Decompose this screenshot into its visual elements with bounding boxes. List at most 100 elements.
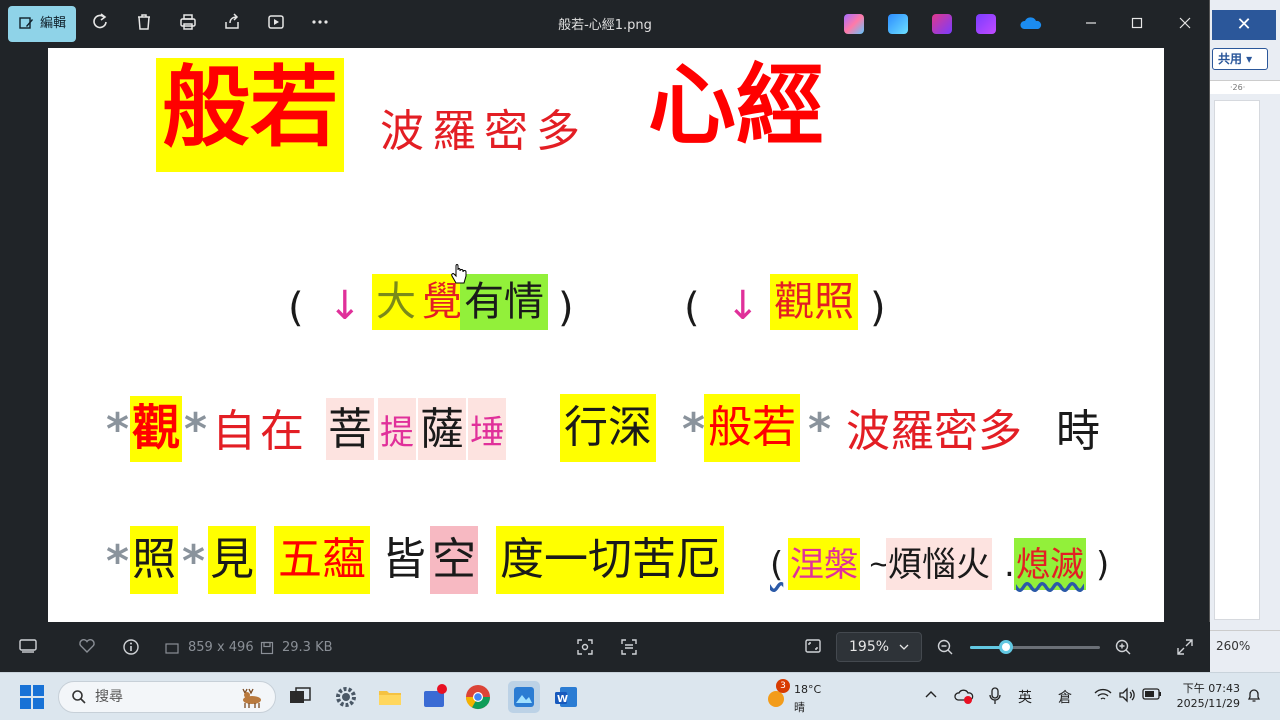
- bottom-bar: 859 x 496 29.3 KB 195%: [0, 622, 1210, 672]
- save-disk-icon: [260, 641, 274, 655]
- close-button[interactable]: [1170, 10, 1200, 38]
- anno1-open-paren: (: [288, 285, 304, 331]
- temperature: 18°C: [794, 683, 822, 696]
- anno2-open-paren: (: [684, 285, 700, 331]
- info-icon[interactable]: [122, 638, 140, 658]
- line2-wuyun: 五蘊: [274, 526, 370, 594]
- line1-boluomiduo: 波羅密多: [846, 406, 1022, 457]
- clock-time: 下午 07:43: [1182, 682, 1240, 695]
- ime-mode[interactable]: 倉: [1058, 687, 1072, 707]
- line2-niepan: 涅槃: [788, 538, 860, 590]
- full-screen-icon[interactable]: [1176, 638, 1194, 658]
- line2-jian: 見: [208, 526, 256, 594]
- minimize-icon: [1086, 22, 1096, 24]
- print-icon[interactable]: [176, 12, 200, 36]
- line1-star-3: *: [682, 404, 706, 455]
- zoom-level-text: 195%: [849, 639, 890, 655]
- minimize-button[interactable]: [1076, 10, 1106, 38]
- fit-to-window-icon[interactable]: [804, 638, 822, 658]
- start-button[interactable]: [20, 685, 44, 709]
- file-size-text: 29.3 KB: [282, 640, 333, 655]
- line1-ti: 提: [378, 398, 416, 460]
- dimensions-text: 859 x 496: [188, 640, 254, 655]
- notification-bell-icon[interactable]: [1246, 687, 1262, 707]
- edit-label: 編輯: [40, 16, 67, 31]
- photos-app-window: 編輯 般若-心經1.png 般若 波羅密多 心經 (↓ 大 覺 有情) (…: [0, 0, 1210, 672]
- anno2-arrow: ↓: [726, 283, 760, 329]
- zoom-slider-thumb[interactable]: [999, 640, 1014, 654]
- rotate-icon[interactable]: [88, 12, 112, 36]
- line2-zhao: 照: [130, 526, 178, 594]
- line1-star-4: *: [808, 404, 832, 455]
- background-zoom-level[interactable]: 260%: [1208, 630, 1280, 660]
- designer-icon[interactable]: [888, 14, 908, 34]
- delete-icon[interactable]: [132, 12, 156, 36]
- video-editor-icon[interactable]: [976, 14, 996, 34]
- task-view-icon[interactable]: [286, 683, 314, 711]
- dimensions-icon: [165, 643, 179, 654]
- taskbar: 搜尋 W 3 18°C 晴 英 倉 下午 07:43 2025/11/29: [0, 672, 1280, 720]
- visual-search-icon[interactable]: [576, 638, 594, 658]
- clipchamp-icon[interactable]: [932, 14, 952, 34]
- anno2-guanzhao: 觀照: [770, 274, 858, 330]
- window-title: 般若-心經1.png: [558, 18, 652, 33]
- maximize-button[interactable]: [1122, 10, 1152, 38]
- cloud-sync-icon[interactable]: [954, 687, 974, 709]
- clock[interactable]: 下午 07:43 2025/11/29: [1170, 681, 1240, 711]
- settings-gear-icon[interactable]: [332, 683, 360, 711]
- battery-icon[interactable]: [1142, 687, 1162, 705]
- chrome-icon[interactable]: [464, 683, 492, 711]
- line2-jie: 皆: [382, 534, 426, 585]
- slideshow-icon[interactable]: [264, 12, 288, 36]
- image-dimensions: 859 x 496: [164, 638, 254, 658]
- weather-widget[interactable]: 3 18°C 晴: [764, 679, 854, 715]
- line2-duyiqie: 度一切苦厄: [496, 526, 724, 594]
- share-icon[interactable]: [220, 12, 244, 36]
- search-placeholder: 搜尋: [95, 689, 123, 705]
- favorite-heart-icon[interactable]: [78, 638, 96, 658]
- microphone-icon[interactable]: [988, 687, 1002, 709]
- more-options-icon[interactable]: [308, 12, 332, 36]
- volume-icon[interactable]: [1118, 687, 1136, 707]
- file-explorer-icon[interactable]: [376, 683, 404, 711]
- line1-guan: 觀: [130, 396, 183, 462]
- background-close-button[interactable]: ✕: [1212, 10, 1276, 40]
- anno1-da: 大: [372, 274, 420, 330]
- ruler: ·26·: [1210, 80, 1280, 94]
- hand-cursor-icon: [451, 264, 467, 284]
- line2-star-2: *: [182, 536, 206, 587]
- zoom-level-dropdown[interactable]: 195%: [836, 632, 922, 662]
- share-button[interactable]: 共用 ▾: [1212, 48, 1268, 70]
- zoom-slider[interactable]: [970, 640, 1100, 654]
- filmstrip-icon[interactable]: [18, 638, 38, 658]
- zoom-out-icon[interactable]: [936, 638, 954, 658]
- line2-ximie: 熄滅: [1014, 538, 1086, 590]
- chevron-down-icon: [899, 644, 909, 650]
- maximize-icon: [1131, 17, 1143, 29]
- copilot-icon[interactable]: [844, 14, 864, 34]
- line1-zizai: 自在: [212, 406, 308, 457]
- line1-xingshen: 行深: [560, 394, 656, 462]
- anno2-close-paren: ): [870, 285, 886, 331]
- anno1-close-paren: ): [558, 285, 574, 331]
- photos-app-icon[interactable]: [508, 681, 540, 713]
- svg-text:W: W: [557, 694, 568, 705]
- line2-fannaohuo: 煩惱火: [886, 538, 992, 590]
- show-hidden-icons-chevron[interactable]: [924, 687, 938, 705]
- ime-language[interactable]: 英: [1018, 687, 1032, 707]
- line1-pu: 菩: [326, 398, 374, 460]
- wifi-icon[interactable]: [1094, 687, 1112, 707]
- text-scan-icon[interactable]: [620, 638, 638, 658]
- taskbar-search-box[interactable]: 搜尋: [58, 681, 276, 713]
- close-icon: [1179, 17, 1191, 29]
- image-canvas[interactable]: 般若 波羅密多 心經 ( ↓ 大 覺 有情 ) ( ↓ 觀照 ) * 觀 * 自…: [48, 48, 1164, 622]
- zoom-in-icon[interactable]: [1114, 638, 1132, 658]
- store-icon[interactable]: [420, 683, 448, 711]
- file-size: 29.3 KB: [260, 638, 333, 658]
- document-page: [1214, 100, 1260, 620]
- line2-star-1: *: [106, 536, 130, 587]
- edit-button[interactable]: 編輯: [8, 6, 76, 42]
- onedrive-icon[interactable]: [1020, 14, 1042, 34]
- line2-open-paren: (: [770, 545, 784, 585]
- word-icon[interactable]: W: [552, 683, 580, 711]
